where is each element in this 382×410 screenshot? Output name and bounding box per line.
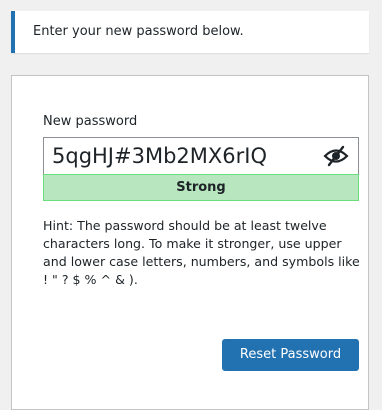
reset-password-button[interactable]: Reset Password <box>222 339 359 371</box>
message-text: Enter your new password below. <box>33 24 244 39</box>
reset-password-form: New password Strong Hint: The password s… <box>11 75 369 410</box>
new-password-input[interactable] <box>52 139 312 173</box>
password-input-wrap <box>43 137 359 175</box>
message-box: Enter your new password below. <box>11 11 369 53</box>
eye-slash-icon[interactable] <box>323 145 349 167</box>
password-strength-meter: Strong <box>43 174 359 201</box>
password-hint: Hint: The password should be at least tw… <box>43 218 360 287</box>
new-password-label: New password <box>43 114 138 129</box>
